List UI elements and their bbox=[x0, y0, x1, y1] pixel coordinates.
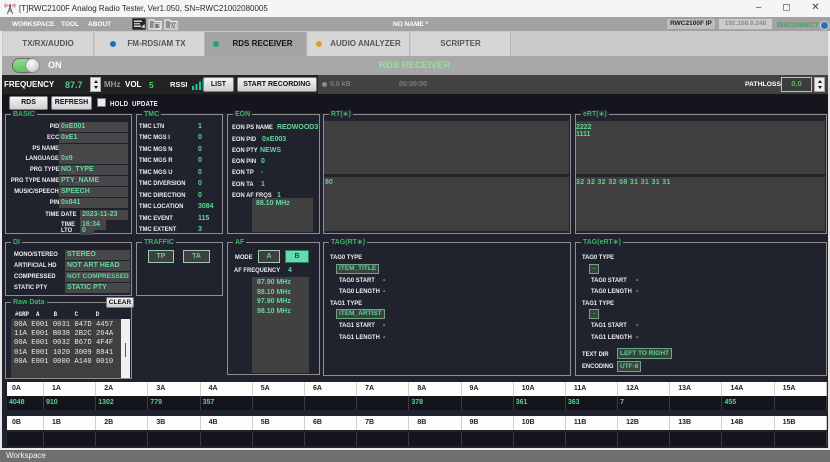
svg-text:N: N bbox=[171, 24, 175, 30]
